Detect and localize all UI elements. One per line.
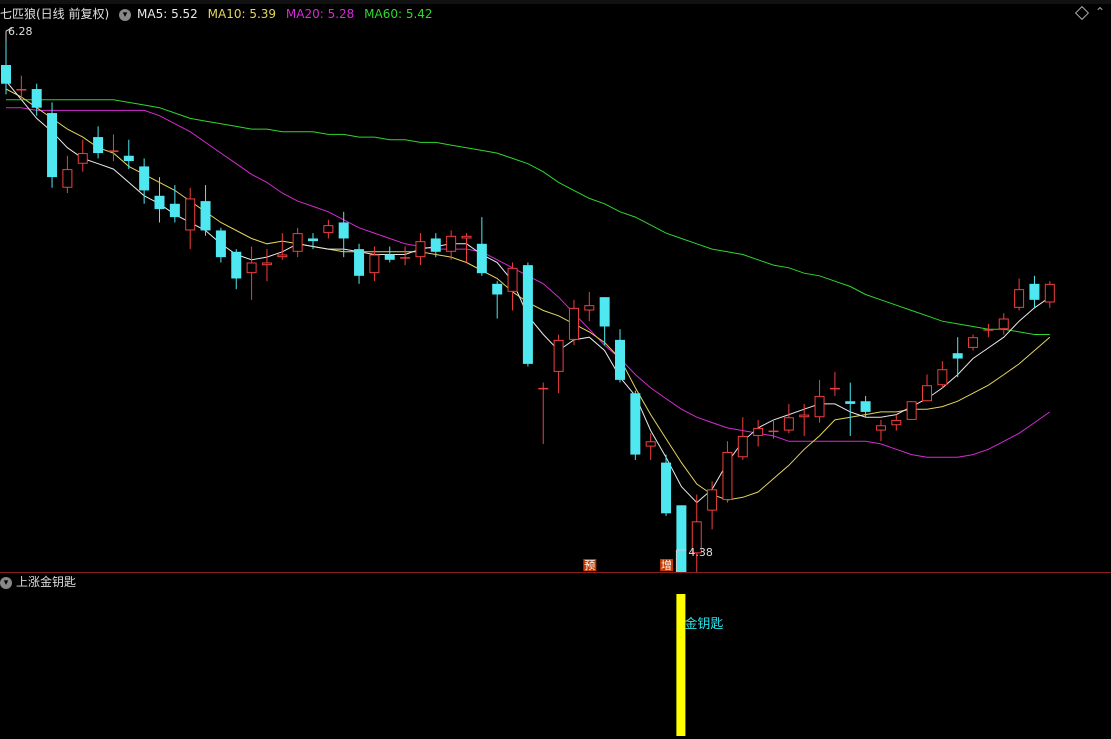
candle-body-down (31, 89, 42, 108)
candle-body-up (998, 318, 1009, 330)
candle-body-up (400, 257, 411, 259)
indicator-title: 上涨金钥匙 (16, 575, 77, 589)
candle-body-up (415, 241, 426, 258)
signal-label: 金钥匙 (684, 617, 724, 632)
event-marker-text: 预 (584, 559, 595, 572)
candle-body-down (430, 238, 441, 252)
candle-body-up (568, 307, 579, 340)
candle-body-up (783, 417, 794, 431)
candle-body-up (1014, 289, 1025, 308)
candle-body-up (507, 267, 518, 292)
candle-body-down (860, 401, 871, 412)
candle-body-up (77, 153, 88, 164)
candle-body-down (845, 401, 856, 404)
candle-body-up (737, 435, 748, 458)
candle-body-up (753, 427, 764, 436)
candle-body-down (1, 65, 11, 84)
candle-body-up (814, 395, 825, 418)
candle-body-up (983, 329, 994, 331)
candle-body-down (676, 505, 687, 572)
candle-body-down (522, 265, 533, 364)
candle-body-up (906, 401, 917, 420)
candle-body-up (829, 387, 840, 390)
event-marker-text: 增 (661, 558, 672, 572)
high-price-label: 6.28 (8, 25, 33, 38)
candle-body-down (661, 462, 672, 514)
candle-body-up (799, 414, 810, 418)
candle-body-down (308, 238, 318, 242)
candle-body-up (937, 369, 948, 386)
candle-body-down (952, 353, 963, 359)
candle-body-up (108, 150, 119, 152)
panel-divider (0, 572, 1111, 573)
candle-body-up (369, 254, 380, 274)
candle-body-down (154, 195, 165, 210)
candle-body-down (139, 166, 150, 191)
candle-body-up (768, 430, 779, 433)
candle-body-down (200, 201, 211, 231)
candle-body-up (584, 305, 595, 311)
candle-body-up (722, 451, 733, 500)
candle-body-up (277, 254, 288, 258)
candle-body-down (384, 254, 395, 260)
candle-body-up (16, 89, 27, 91)
candle-body-up (292, 233, 303, 252)
indicator-chart (676, 594, 686, 736)
candle-body-up (246, 262, 257, 274)
candle-body-down (1029, 283, 1040, 300)
candle-body-up (446, 235, 457, 252)
candle-body-down (231, 251, 242, 279)
candle-body-up (553, 339, 564, 372)
candle-body-up (323, 225, 334, 234)
candle-body-up (261, 262, 272, 266)
candle-body-up (185, 198, 196, 231)
candle-body-down (93, 137, 104, 154)
candle-body-down (476, 243, 487, 274)
candle-body-up (1044, 283, 1055, 303)
indicator-header: ▾ 上涨金钥匙 (0, 574, 76, 590)
candle-body-up (707, 489, 718, 511)
low-price-label: 4.38 (688, 546, 713, 559)
candle-body-up (875, 425, 886, 431)
candle-body-up (968, 337, 979, 348)
candle-body-up (922, 385, 932, 402)
candlestick-chart: 6.28 4.38 预 增 (1, 25, 1055, 572)
candle-body-down (630, 393, 641, 455)
candle-body-up (891, 419, 902, 426)
candle-body-up (461, 235, 472, 239)
candle-body-down (492, 283, 503, 295)
candle-body-down (354, 249, 365, 276)
candle-body-down (123, 155, 134, 162)
candle-body-up (62, 169, 73, 188)
candle-body-up (645, 441, 656, 447)
indicator-chevron-icon[interactable]: ▾ (0, 576, 12, 589)
candle-body-up (538, 387, 549, 390)
candle-body-down (215, 230, 226, 258)
candle-body-down (169, 203, 180, 218)
candle-body-down (47, 113, 58, 178)
candle-body-down (338, 222, 349, 239)
candle-body-down (599, 297, 610, 327)
candle-body-down (615, 339, 625, 380)
